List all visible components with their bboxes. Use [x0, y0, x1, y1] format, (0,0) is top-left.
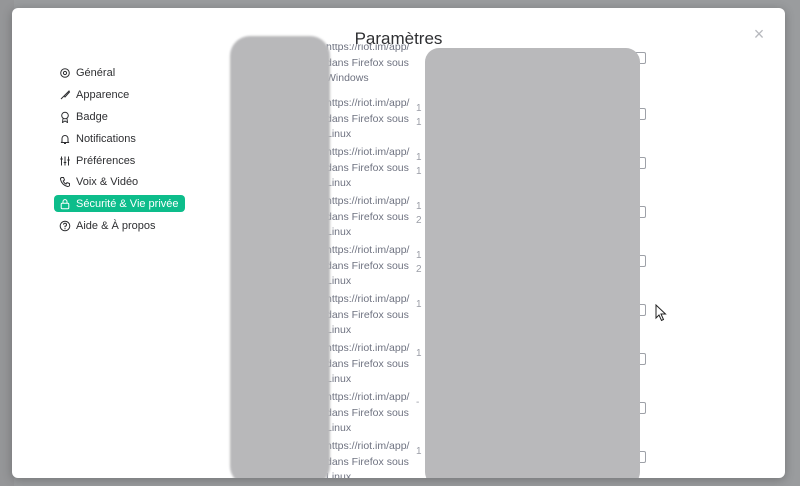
close-icon[interactable]: × — [750, 25, 768, 43]
session-name-line: Linux — [326, 275, 352, 287]
session-name-line: https://riot.im/app/ — [326, 146, 410, 158]
session-name-line: dans Firefox sous — [326, 455, 409, 468]
sidebar-item-aide-à-propos[interactable]: Aide & À propos — [54, 217, 162, 234]
session-name-line: dans Firefox sous — [326, 56, 409, 69]
session-last-seen: - — [416, 396, 419, 410]
session-name-line: dans Firefox sous — [326, 406, 409, 419]
session-last-seen-line: 1 — [416, 201, 422, 212]
session-name-line: dans Firefox sous — [326, 161, 409, 174]
session-name: https://riot.im/app/dans Firefox sous Lin… — [326, 341, 418, 388]
session-last-seen-line: 1 — [416, 446, 422, 457]
sidebar-item-apparence[interactable]: Apparence — [54, 86, 135, 103]
sidebar-item-label: Apparence — [76, 88, 130, 101]
session-last-seen: 1 — [416, 347, 422, 361]
session-name-line: Linux — [326, 128, 352, 140]
session-name: https://riot.im/app/dans Firefox sous Lin… — [326, 243, 418, 290]
sidebar-item-label: Sécurité & Vie privée — [76, 197, 179, 210]
session-name-line: Linux — [326, 324, 352, 336]
sidebar-item-badge[interactable]: Badge — [54, 108, 114, 125]
session-last-seen-line: 2 — [416, 215, 422, 226]
sidebar-item-label: Général — [76, 66, 116, 79]
session-name-line: https://riot.im/app/ — [326, 97, 410, 109]
session-name-line: https://riot.im/app/ — [326, 195, 410, 207]
session-last-seen-line: 1 — [416, 152, 422, 163]
help-icon — [58, 219, 71, 232]
session-last-seen-line: 1 — [416, 103, 422, 114]
session-name-line: Linux — [326, 373, 352, 385]
session-name: https://riot.im/app/dans Firefox sous Lin… — [326, 390, 418, 437]
brush-icon — [58, 88, 71, 101]
session-last-seen-line: 1 — [416, 299, 422, 310]
session-last-seen: 11 — [416, 102, 422, 130]
session-name-line: dans Firefox sous — [326, 210, 409, 223]
sidebar-item-label: Voix & Vidéo — [76, 175, 139, 188]
session-last-seen-line: 1 — [416, 250, 422, 261]
session-name-line: Linux — [326, 226, 352, 238]
session-last-seen-line: 1 — [416, 166, 422, 177]
sidebar-item-label: Préférences — [76, 154, 136, 167]
session-name-line: Linux — [326, 471, 352, 478]
sidebar-item-préférences[interactable]: Préférences — [54, 152, 141, 169]
session-name-line: https://riot.im/app/ — [326, 244, 410, 256]
session-name: https://riot.im/app/dans Firefox sous Lin… — [326, 145, 418, 192]
lock-icon — [58, 197, 71, 210]
settings-dialog: Paramètres × Général Apparence Badge Notifi… — [12, 8, 785, 478]
sidebar-item-sécurité-vie-privée[interactable]: Sécurité & Vie privée — [54, 195, 185, 212]
sidebar-item-label: Badge — [76, 110, 108, 123]
session-last-seen-line: 2 — [416, 264, 422, 275]
session-last-seen: 12 — [416, 200, 422, 228]
session-name: https://riot.im/app/dans Firefox sous Lin… — [326, 439, 418, 478]
session-last-seen: 1 — [416, 298, 422, 312]
session-name-line: https://riot.im/app/ — [326, 44, 410, 53]
session-name: https://riot.im/app/dans Firefox sous Win… — [326, 44, 418, 87]
session-name: https://riot.im/app/dans Firefox sous Lin… — [326, 96, 418, 143]
session-name-line: https://riot.im/app/ — [326, 440, 410, 452]
session-name-line: dans Firefox sous — [326, 357, 409, 370]
redacted-area-left — [230, 36, 330, 478]
phone-icon — [58, 175, 71, 188]
sidebar-item-général[interactable]: Général — [54, 64, 121, 81]
redacted-area-right — [425, 48, 640, 478]
bell-icon — [58, 132, 71, 145]
session-name-line: https://riot.im/app/ — [326, 342, 410, 354]
session-name: https://riot.im/app/dans Firefox sous Lin… — [326, 194, 418, 241]
sliders-icon — [58, 154, 71, 167]
session-name: https://riot.im/app/dans Firefox sous Lin… — [326, 292, 418, 339]
mouse-cursor-icon — [655, 304, 667, 322]
session-name-line: dans Firefox sous — [326, 259, 409, 272]
badge-icon — [58, 110, 71, 123]
session-last-seen-line: 1 — [416, 117, 422, 128]
sidebar-item-label: Aide & À propos — [76, 219, 156, 232]
session-name-line: Linux — [326, 422, 352, 434]
session-last-seen: 12 — [416, 249, 422, 277]
gear-icon — [58, 66, 71, 79]
session-last-seen-line: - — [416, 397, 420, 408]
session-last-seen: 1 — [416, 445, 422, 459]
sidebar-item-voix-vidéo[interactable]: Voix & Vidéo — [54, 173, 144, 190]
session-name-line: https://riot.im/app/ — [326, 391, 410, 403]
session-name-line: https://riot.im/app/ — [326, 293, 410, 305]
sidebar-item-label: Notifications — [76, 132, 136, 145]
session-name-line: dans Firefox sous — [326, 308, 409, 321]
session-name-line: Windows — [326, 72, 369, 84]
session-name-line: dans Firefox sous — [326, 112, 409, 125]
session-last-seen: 11 — [416, 151, 422, 179]
session-name-line: Linux — [326, 177, 352, 189]
sidebar-item-notifications[interactable]: Notifications — [54, 130, 142, 147]
session-last-seen-line: 1 — [416, 348, 422, 359]
